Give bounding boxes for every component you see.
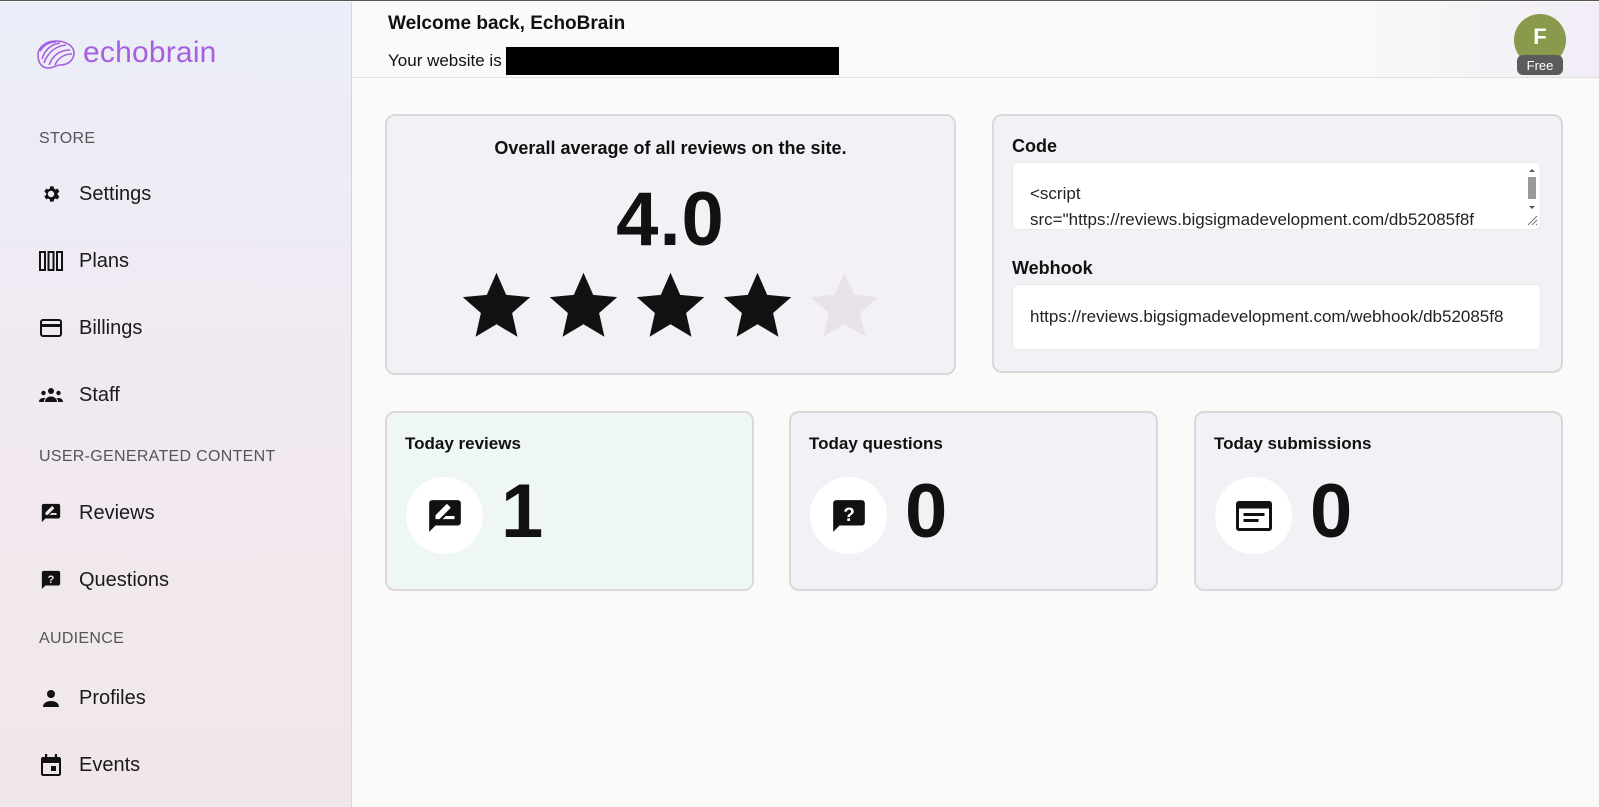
star-icon	[810, 272, 879, 337]
stat-value: 1	[501, 469, 544, 554]
sidebar-item-reviews[interactable]: Reviews	[39, 493, 155, 533]
today-reviews-card: Today reviews 1	[385, 411, 754, 591]
section-label-audience: AUDIENCE	[39, 630, 125, 647]
code-value: <script src="https://reviews.bigsigmadev…	[1030, 184, 1475, 229]
average-rating-card: Overall average of all reviews on the si…	[385, 114, 956, 375]
sidebar-item-events[interactable]: Events	[39, 745, 140, 785]
top-header: Welcome back, EchoBrain Your website is …	[352, 2, 1599, 78]
star-icon	[462, 272, 531, 337]
webhook-label: Webhook	[1012, 258, 1093, 278]
average-rating-value: 4.0	[616, 177, 725, 262]
sidebar-item-questions[interactable]: ? Questions	[39, 560, 169, 600]
calendar-icon	[39, 753, 63, 777]
stat-value: 0	[905, 469, 948, 554]
section-label-store: STORE	[39, 130, 96, 147]
code-label: Code	[1012, 136, 1057, 156]
webhook-field[interactable]: https://reviews.bigsigmadevelopment.com/…	[1012, 284, 1541, 350]
star-icon	[549, 272, 618, 337]
average-rating-title: Overall average of all reviews on the si…	[494, 138, 847, 158]
stat-title: Today reviews	[405, 434, 521, 453]
columns-icon	[39, 249, 63, 273]
svg-text:?: ?	[48, 574, 55, 586]
question-bubble-icon: ?	[39, 568, 63, 592]
today-submissions-card: Today submissions 0	[1194, 411, 1563, 591]
sidebar: echobrain STORE Settings Plans Billings …	[0, 2, 352, 807]
website-label: Your website is	[388, 51, 502, 70]
sidebar-item-label: Settings	[79, 182, 152, 205]
sidebar-item-label: Events	[79, 753, 141, 776]
group-icon	[39, 383, 63, 407]
article-icon	[1235, 500, 1272, 531]
brand-logo[interactable]: echobrain	[34, 35, 217, 71]
stat-icon-circle	[406, 477, 483, 554]
sidebar-item-label: Plans	[79, 249, 130, 272]
integration-card: Code <script src="https://reviews.bigsig…	[992, 114, 1563, 373]
code-textarea[interactable]: <script src="https://reviews.bigsigmadev…	[1012, 162, 1541, 230]
star-icon	[723, 272, 792, 337]
rate-review-icon	[428, 499, 461, 532]
sidebar-item-profiles[interactable]: Profiles	[39, 678, 146, 718]
avatar-initial: F	[1533, 24, 1547, 49]
star-rating	[459, 268, 882, 343]
sidebar-item-staff[interactable]: Staff	[39, 375, 120, 415]
sidebar-item-plans[interactable]: Plans	[39, 241, 129, 281]
sidebar-item-billings[interactable]: Billings	[39, 308, 142, 348]
question-bubble-icon: ?	[832, 499, 865, 532]
star-icon	[636, 272, 705, 337]
today-questions-card: Today questions ? 0	[789, 411, 1158, 591]
stat-icon-circle	[1215, 477, 1292, 554]
sidebar-item-label: Profiles	[79, 686, 146, 709]
section-label-ugc: USER-GENERATED CONTENT	[39, 448, 276, 465]
sidebar-item-label: Billings	[79, 316, 143, 339]
plan-badge: Free	[1517, 55, 1563, 75]
sidebar-item-label: Questions	[79, 568, 170, 591]
sidebar-item-settings[interactable]: Settings	[39, 174, 151, 214]
welcome-heading: Welcome back, EchoBrain	[388, 13, 626, 34]
website-line: Your website is	[388, 47, 839, 75]
redacted-website	[505, 47, 839, 75]
gear-icon	[39, 182, 63, 206]
sidebar-item-label: Staff	[79, 383, 120, 406]
scrollbar[interactable]	[1526, 167, 1538, 227]
stat-title: Today questions	[809, 434, 943, 453]
brain-logo-icon	[37, 40, 75, 69]
person-icon	[39, 686, 63, 710]
stat-value: 0	[1310, 469, 1353, 554]
rate-review-icon	[39, 501, 63, 525]
credit-card-icon	[39, 316, 63, 340]
brand-name: echobrain	[83, 36, 217, 69]
svg-text:?: ?	[843, 504, 855, 525]
stat-title: Today submissions	[1214, 434, 1372, 453]
sidebar-item-label: Reviews	[79, 501, 155, 524]
stat-icon-circle: ?	[810, 477, 887, 554]
